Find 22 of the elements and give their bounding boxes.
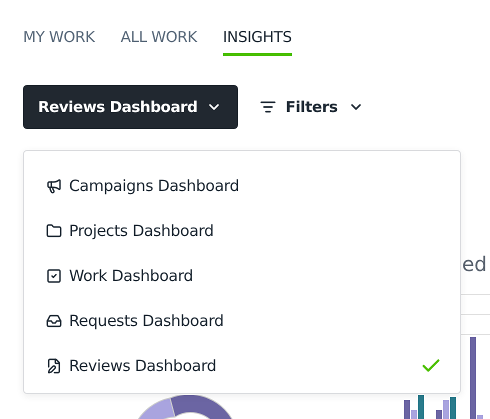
inbox-icon xyxy=(46,312,62,328)
nav-tab[interactable]: ALL WORK xyxy=(120,28,197,56)
folder-icon xyxy=(46,222,62,238)
checkbox-icon xyxy=(46,268,62,284)
nav-tab[interactable]: INSIGHTS xyxy=(222,28,292,56)
megaphone-icon xyxy=(46,178,62,194)
menu-item[interactable]: Reviews Dashboard xyxy=(24,343,460,388)
filter-icon xyxy=(260,99,276,115)
menu-item-label: Reviews Dashboard xyxy=(69,356,218,374)
menu-item[interactable]: Requests Dashboard xyxy=(24,298,460,343)
card-title: ed xyxy=(462,253,487,275)
dashboard-dropdown-button[interactable]: Reviews Dashboard xyxy=(23,85,238,129)
menu-item-label: Work Dashboard xyxy=(69,266,194,284)
menu-item[interactable]: Campaigns Dashboard xyxy=(24,163,460,208)
menu-item[interactable]: Projects Dashboard xyxy=(24,208,460,253)
filters-button[interactable]: Filters xyxy=(260,98,364,116)
nav-tab[interactable]: MY WORK xyxy=(23,28,95,56)
menu-item[interactable]: Work Dashboard xyxy=(24,253,460,298)
menu-item-label: Requests Dashboard xyxy=(69,312,225,330)
menu-item-label: Projects Dashboard xyxy=(69,222,215,240)
menu-item-label: Campaigns Dashboard xyxy=(69,176,240,194)
file-pen-icon xyxy=(46,358,62,374)
